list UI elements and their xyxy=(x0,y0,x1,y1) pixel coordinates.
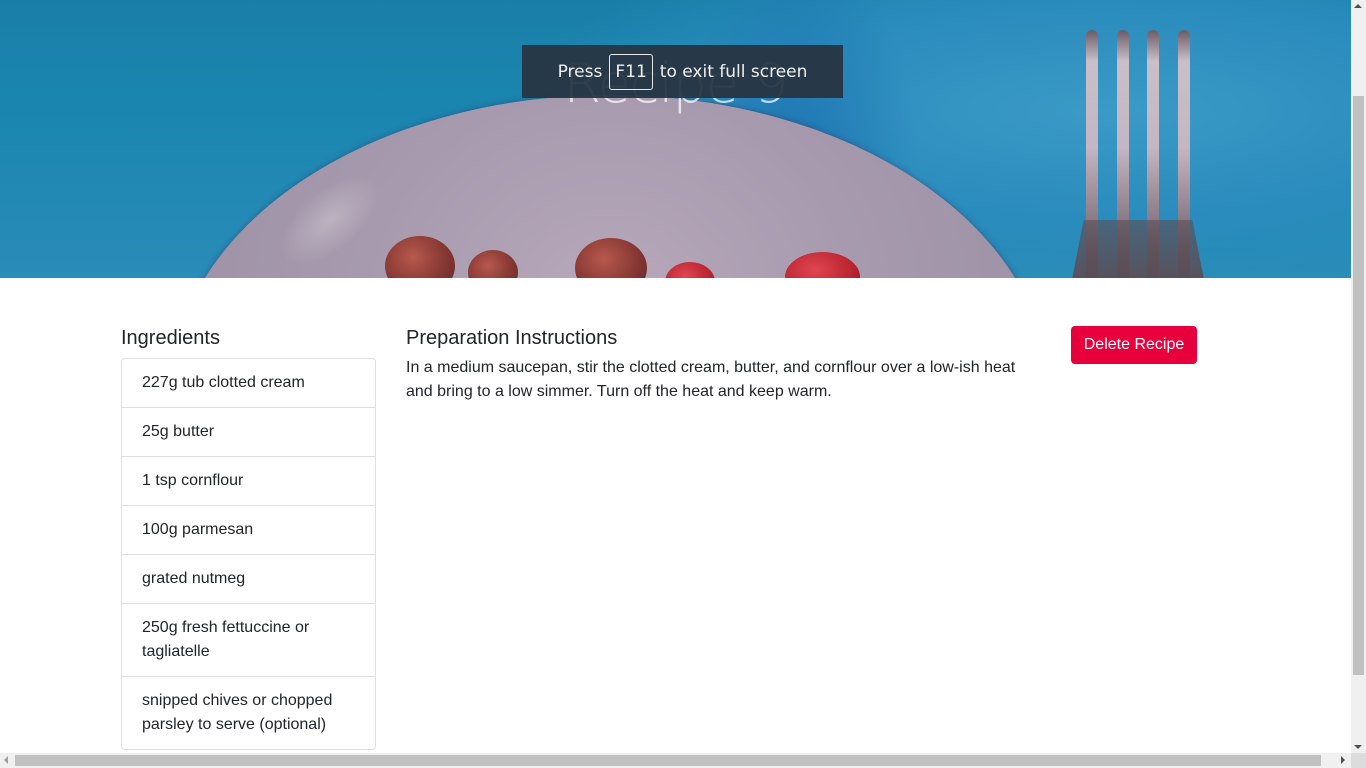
notice-suffix: to exit full screen xyxy=(659,61,808,82)
scroll-down-arrow-icon[interactable] xyxy=(1354,745,1362,749)
ingredients-panel: Ingredients 227g tub clotted cream 25g b… xyxy=(121,326,376,750)
hero-banner: Recipe 9 xyxy=(0,0,1351,278)
scroll-left-arrow-icon[interactable] xyxy=(4,756,8,764)
horizontal-scroll-thumb[interactable] xyxy=(15,755,1321,766)
ingredient-item: grated nutmeg xyxy=(122,554,375,603)
vertical-scroll-thumb[interactable] xyxy=(1353,96,1364,675)
horizontal-scrollbar[interactable] xyxy=(0,753,1351,768)
notice-prefix: Press xyxy=(557,61,603,82)
instructions-text: In a medium saucepan, stir the clotted c… xyxy=(406,359,1016,400)
ingredient-item: 227g tub clotted cream xyxy=(142,374,305,391)
f11-key-badge: F11 xyxy=(609,53,653,90)
scrollbar-corner xyxy=(1351,753,1366,768)
page-viewport: Recipe 9 Ingredients 227g tub clotted cr… xyxy=(0,0,1351,753)
instructions-panel: Preparation Instructions In a medium sau… xyxy=(406,326,1036,404)
instructions-heading: Preparation Instructions xyxy=(406,327,618,349)
scroll-right-arrow-icon[interactable] xyxy=(1341,756,1345,764)
ingredient-item: 1 tsp cornflour xyxy=(122,456,375,505)
ingredient-item: 250g fresh fettuccine or tagliatelle xyxy=(122,603,375,676)
delete-recipe-button[interactable]: Delete Recipe xyxy=(1071,326,1197,364)
fullscreen-exit-notice: Press F11 to exit full screen xyxy=(522,45,843,98)
ingredients-list: 227g tub clotted cream 25g butter 1 tsp … xyxy=(121,358,376,750)
scroll-up-arrow-icon[interactable] xyxy=(1354,4,1362,8)
ingredient-item: snipped chives or chopped parsley to ser… xyxy=(122,676,375,749)
ingredient-item: 25g butter xyxy=(122,407,375,456)
ingredient-item: 100g parmesan xyxy=(122,505,375,554)
ingredients-heading: Ingredients xyxy=(121,327,220,349)
vertical-scrollbar[interactable] xyxy=(1351,0,1366,753)
